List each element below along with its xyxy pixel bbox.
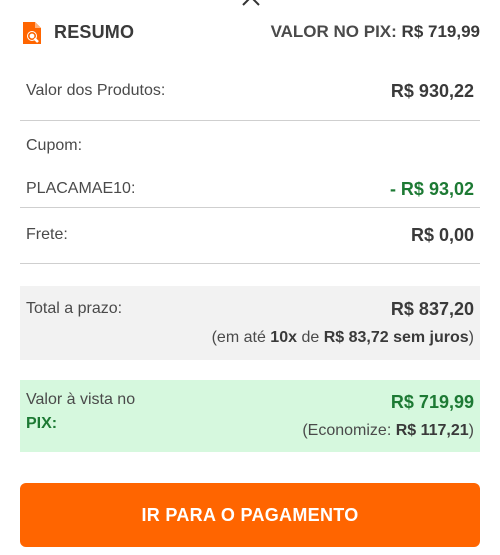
pix-box: Valor à vista no PIX: R$ 719,99 (Economi… <box>20 380 480 452</box>
installments-count: 10x <box>270 329 297 346</box>
go-to-payment-button[interactable]: IR PARA O PAGAMENTO <box>20 483 480 547</box>
divider <box>20 263 480 264</box>
divider <box>20 120 480 121</box>
prazo-value: R$ 837,20 <box>390 299 474 319</box>
savings-text: (Economize: R$ 117,21) <box>302 422 474 440</box>
savings-suffix: ) <box>468 422 474 439</box>
pix-summary: VALOR NO PIX: R$ 719,99 <box>271 22 480 42</box>
cupom-discount-value: - R$ 93,02 <box>389 179 474 199</box>
installments-prefix: (em até <box>211 329 266 346</box>
cupom-code: PLACAMAE10: <box>26 180 136 197</box>
installments-detail: R$ 83,72 sem juros <box>323 329 469 346</box>
pix-summary-value: R$ 719,99 <box>401 22 480 41</box>
pix-summary-label: VALOR NO PIX: <box>270 22 397 41</box>
pix-label-line2: PIX: <box>26 415 58 432</box>
installments-mid: de <box>301 329 320 346</box>
cupom-label: Cupom: <box>26 137 83 154</box>
savings-value: R$ 117,21 <box>395 422 469 439</box>
prazo-box: Total a prazo: R$ 837,20 (em até 10x de … <box>20 286 480 360</box>
installments-text: (em até 10x de R$ 83,72 sem juros) <box>212 329 474 347</box>
document-search-icon <box>23 22 41 44</box>
produtos-label: Valor dos Produtos: <box>26 82 166 99</box>
installments-suffix: ) <box>468 329 474 346</box>
prazo-label: Total a prazo: <box>26 300 123 317</box>
pix-label-line1: Valor à vista no <box>26 391 136 408</box>
pix-value: R$ 719,99 <box>390 392 474 412</box>
summary-header: RESUMO VALOR NO PIX: R$ 719,99 <box>0 0 500 64</box>
frete-value: R$ 0,00 <box>410 225 474 245</box>
divider <box>20 207 480 208</box>
produtos-value: R$ 930,22 <box>390 81 474 101</box>
page-title: RESUMO <box>54 22 135 42</box>
frete-label: Frete: <box>26 226 68 243</box>
savings-prefix: (Economize: <box>302 422 392 439</box>
